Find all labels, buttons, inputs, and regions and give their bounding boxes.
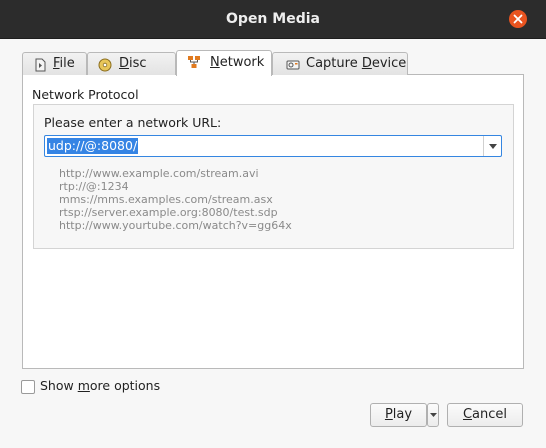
- chevron-down-icon: [489, 144, 497, 149]
- play-options-dropdown[interactable]: [427, 403, 439, 427]
- url-examples: http://www.example.com/stream.avi rtp://…: [59, 167, 292, 232]
- tab-capture-device[interactable]: Capture Device: [272, 52, 408, 75]
- capture-device-icon: [286, 60, 300, 70]
- network-icon: [188, 56, 200, 68]
- network-protocol-label: Network Protocol: [32, 87, 139, 102]
- tab-capture-device-label: Capture Device: [306, 56, 407, 71]
- url-prompt-label: Please enter a network URL:: [44, 115, 222, 130]
- disc-icon: [98, 58, 112, 72]
- url-example: mms://mms.examples.com/stream.asx: [59, 193, 273, 206]
- show-more-options-label[interactable]: Show more options: [40, 378, 160, 393]
- network-url-input[interactable]: udp://@:8080/: [47, 138, 139, 154]
- title-bar: Open Media: [0, 0, 546, 39]
- tab-disc[interactable]: Disc: [87, 52, 176, 75]
- url-example: http://www.example.com/stream.avi: [59, 167, 259, 180]
- close-icon: [513, 14, 523, 24]
- url-example: http://www.yourtube.com/watch?v=gg64x: [59, 219, 292, 232]
- tab-file[interactable]: File: [22, 52, 87, 75]
- url-dropdown-button[interactable]: [483, 136, 502, 156]
- tab-disc-label: Disc: [119, 56, 147, 71]
- tab-network-label: Network: [210, 55, 265, 70]
- network-url-combobox[interactable]: udp://@:8080/: [44, 135, 502, 157]
- show-more-options-checkbox[interactable]: [21, 380, 35, 394]
- play-button[interactable]: Play: [370, 403, 427, 427]
- window-title: Open Media: [226, 11, 320, 27]
- tab-file-label: File: [53, 56, 75, 71]
- close-button[interactable]: [509, 10, 527, 28]
- url-example: rtp://@:1234: [59, 180, 129, 193]
- file-icon: [35, 58, 46, 72]
- tab-network[interactable]: Network: [176, 50, 272, 76]
- url-example: rtsp://server.example.org:8080/test.sdp: [59, 206, 278, 219]
- chevron-down-icon: [430, 413, 437, 417]
- cancel-button[interactable]: Cancel: [447, 403, 523, 427]
